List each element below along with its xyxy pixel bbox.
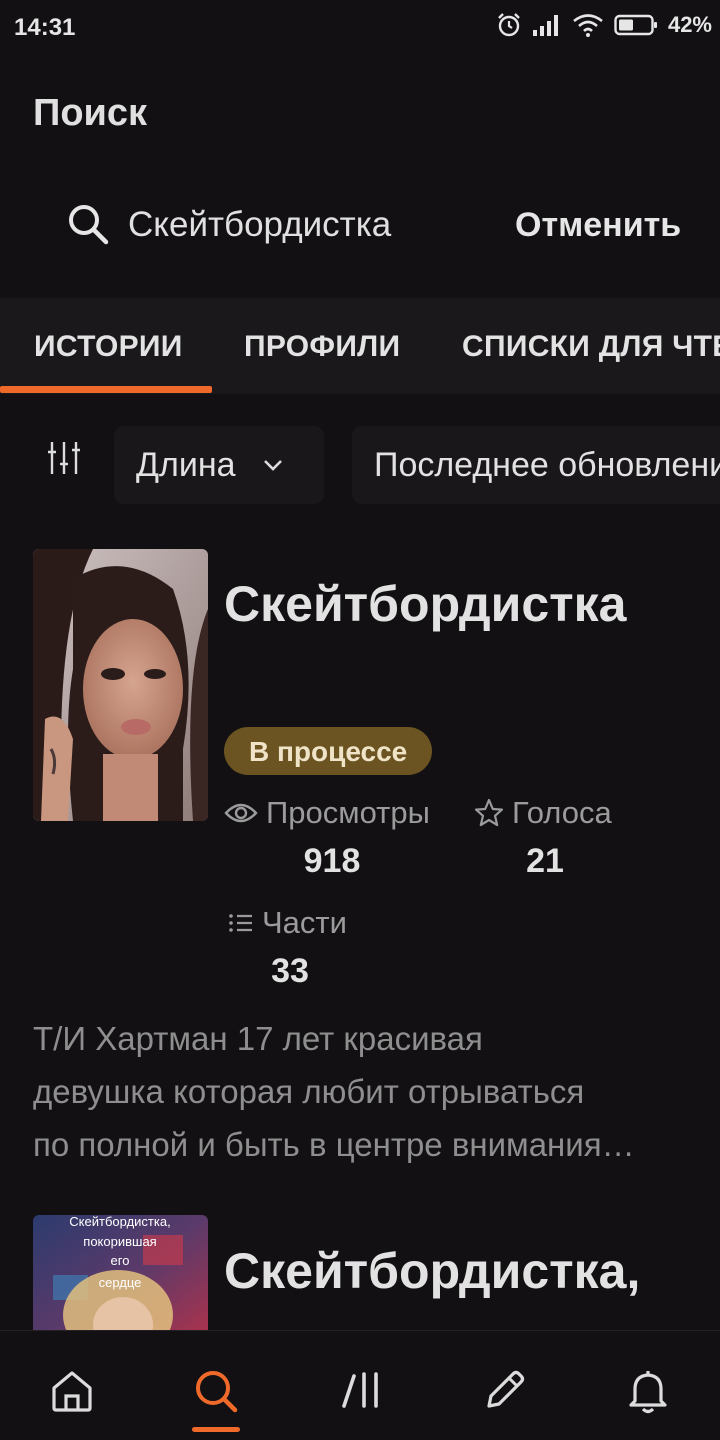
tab-bar: ИСТОРИИ ПРОФИЛИ СПИСКИ ДЛЯ ЧТЕНИЯ (0, 298, 720, 394)
story-title[interactable]: Скейтбордистка, (224, 1242, 640, 1300)
notifications-icon (629, 1371, 667, 1414)
write-icon (487, 1370, 525, 1408)
screen: 14:31 42% Поиск Скейтбордистка Отменить … (0, 0, 720, 1440)
story-cover-image[interactable] (33, 549, 208, 821)
cover-artwork: Скейтбордистка, покорившая его сердце (33, 1215, 208, 1345)
page-title: Поиск (33, 92, 148, 134)
votes-stat-label: Голоса (474, 795, 612, 831)
story-cover-image[interactable]: Скейтбордистка, покорившая его сердце (33, 1215, 208, 1345)
story-description[interactable]: Т/И Хартман 17 лет красивая девушка кото… (33, 1012, 693, 1171)
filter-settings-icon[interactable] (44, 438, 84, 478)
views-stat-label: Просмотры (224, 795, 430, 831)
cover-text-line: покорившая (83, 1234, 156, 1249)
search-input[interactable] (128, 200, 478, 250)
home-icon (52, 1371, 92, 1412)
parts-count: 33 (271, 952, 309, 990)
alarm-icon (498, 13, 520, 37)
cover-text-line: его (111, 1253, 130, 1268)
parts-label: Части (262, 905, 347, 940)
status-badge: В процессе (224, 727, 433, 775)
nav-notifications[interactable] (618, 1361, 678, 1421)
nav-write[interactable] (474, 1361, 534, 1421)
votes-count: 21 (526, 842, 564, 880)
cover-photo (33, 549, 208, 821)
cover-text-line: Скейтбордистка, (69, 1215, 170, 1229)
status-icons: 42% (496, 12, 712, 38)
description-line: Т/И Хартман 17 лет красивая (33, 1020, 483, 1057)
votes-label: Голоса (512, 795, 612, 830)
bottom-navigation (0, 1330, 720, 1440)
library-icon (342, 1372, 378, 1408)
views-label: Просмотры (266, 795, 430, 830)
search-bar: Отменить (0, 190, 720, 262)
length-filter-dropdown[interactable]: Длина (114, 426, 324, 504)
nav-search[interactable] (186, 1361, 246, 1421)
wifi-icon (573, 14, 603, 37)
battery-level: 42% (667, 12, 712, 37)
cover-text-line: сердце (99, 1275, 142, 1290)
eye-icon (224, 803, 258, 823)
search-icon (196, 1371, 238, 1413)
chevron-down-icon (263, 460, 282, 471)
nav-library[interactable] (332, 1361, 392, 1421)
active-nav-indicator (192, 1427, 240, 1432)
length-filter-label: Длина (136, 445, 236, 484)
search-icon (69, 205, 109, 245)
list-icon (229, 914, 252, 932)
last-updated-filter-label: Последнее обновление (374, 445, 720, 484)
tab-profiles[interactable]: ПРОФИЛИ (244, 298, 400, 394)
description-line: по полной и быть в центре внимания… (33, 1126, 635, 1163)
status-bar: 14:31 42% (0, 0, 720, 56)
battery-icon (614, 14, 657, 36)
nav-home[interactable] (42, 1361, 102, 1421)
description-line: девушка которая любит отрываться (33, 1073, 585, 1110)
tab-reading-lists[interactable]: СПИСКИ ДЛЯ ЧТЕНИЯ (462, 298, 720, 394)
active-tab-indicator (0, 386, 212, 393)
cancel-button[interactable]: Отменить (515, 206, 681, 245)
signal-icon (532, 15, 558, 36)
last-updated-filter-dropdown[interactable]: Последнее обновление (352, 426, 720, 504)
status-time: 14:31 (14, 14, 76, 41)
star-icon (474, 798, 504, 827)
story-title[interactable]: Скейтбордистка (224, 575, 627, 633)
parts-stat-label: Части (228, 905, 347, 941)
views-count: 918 (303, 842, 361, 880)
tab-stories[interactable]: ИСТОРИИ (34, 298, 183, 394)
filter-row: Длина Последнее обновление (0, 420, 720, 512)
